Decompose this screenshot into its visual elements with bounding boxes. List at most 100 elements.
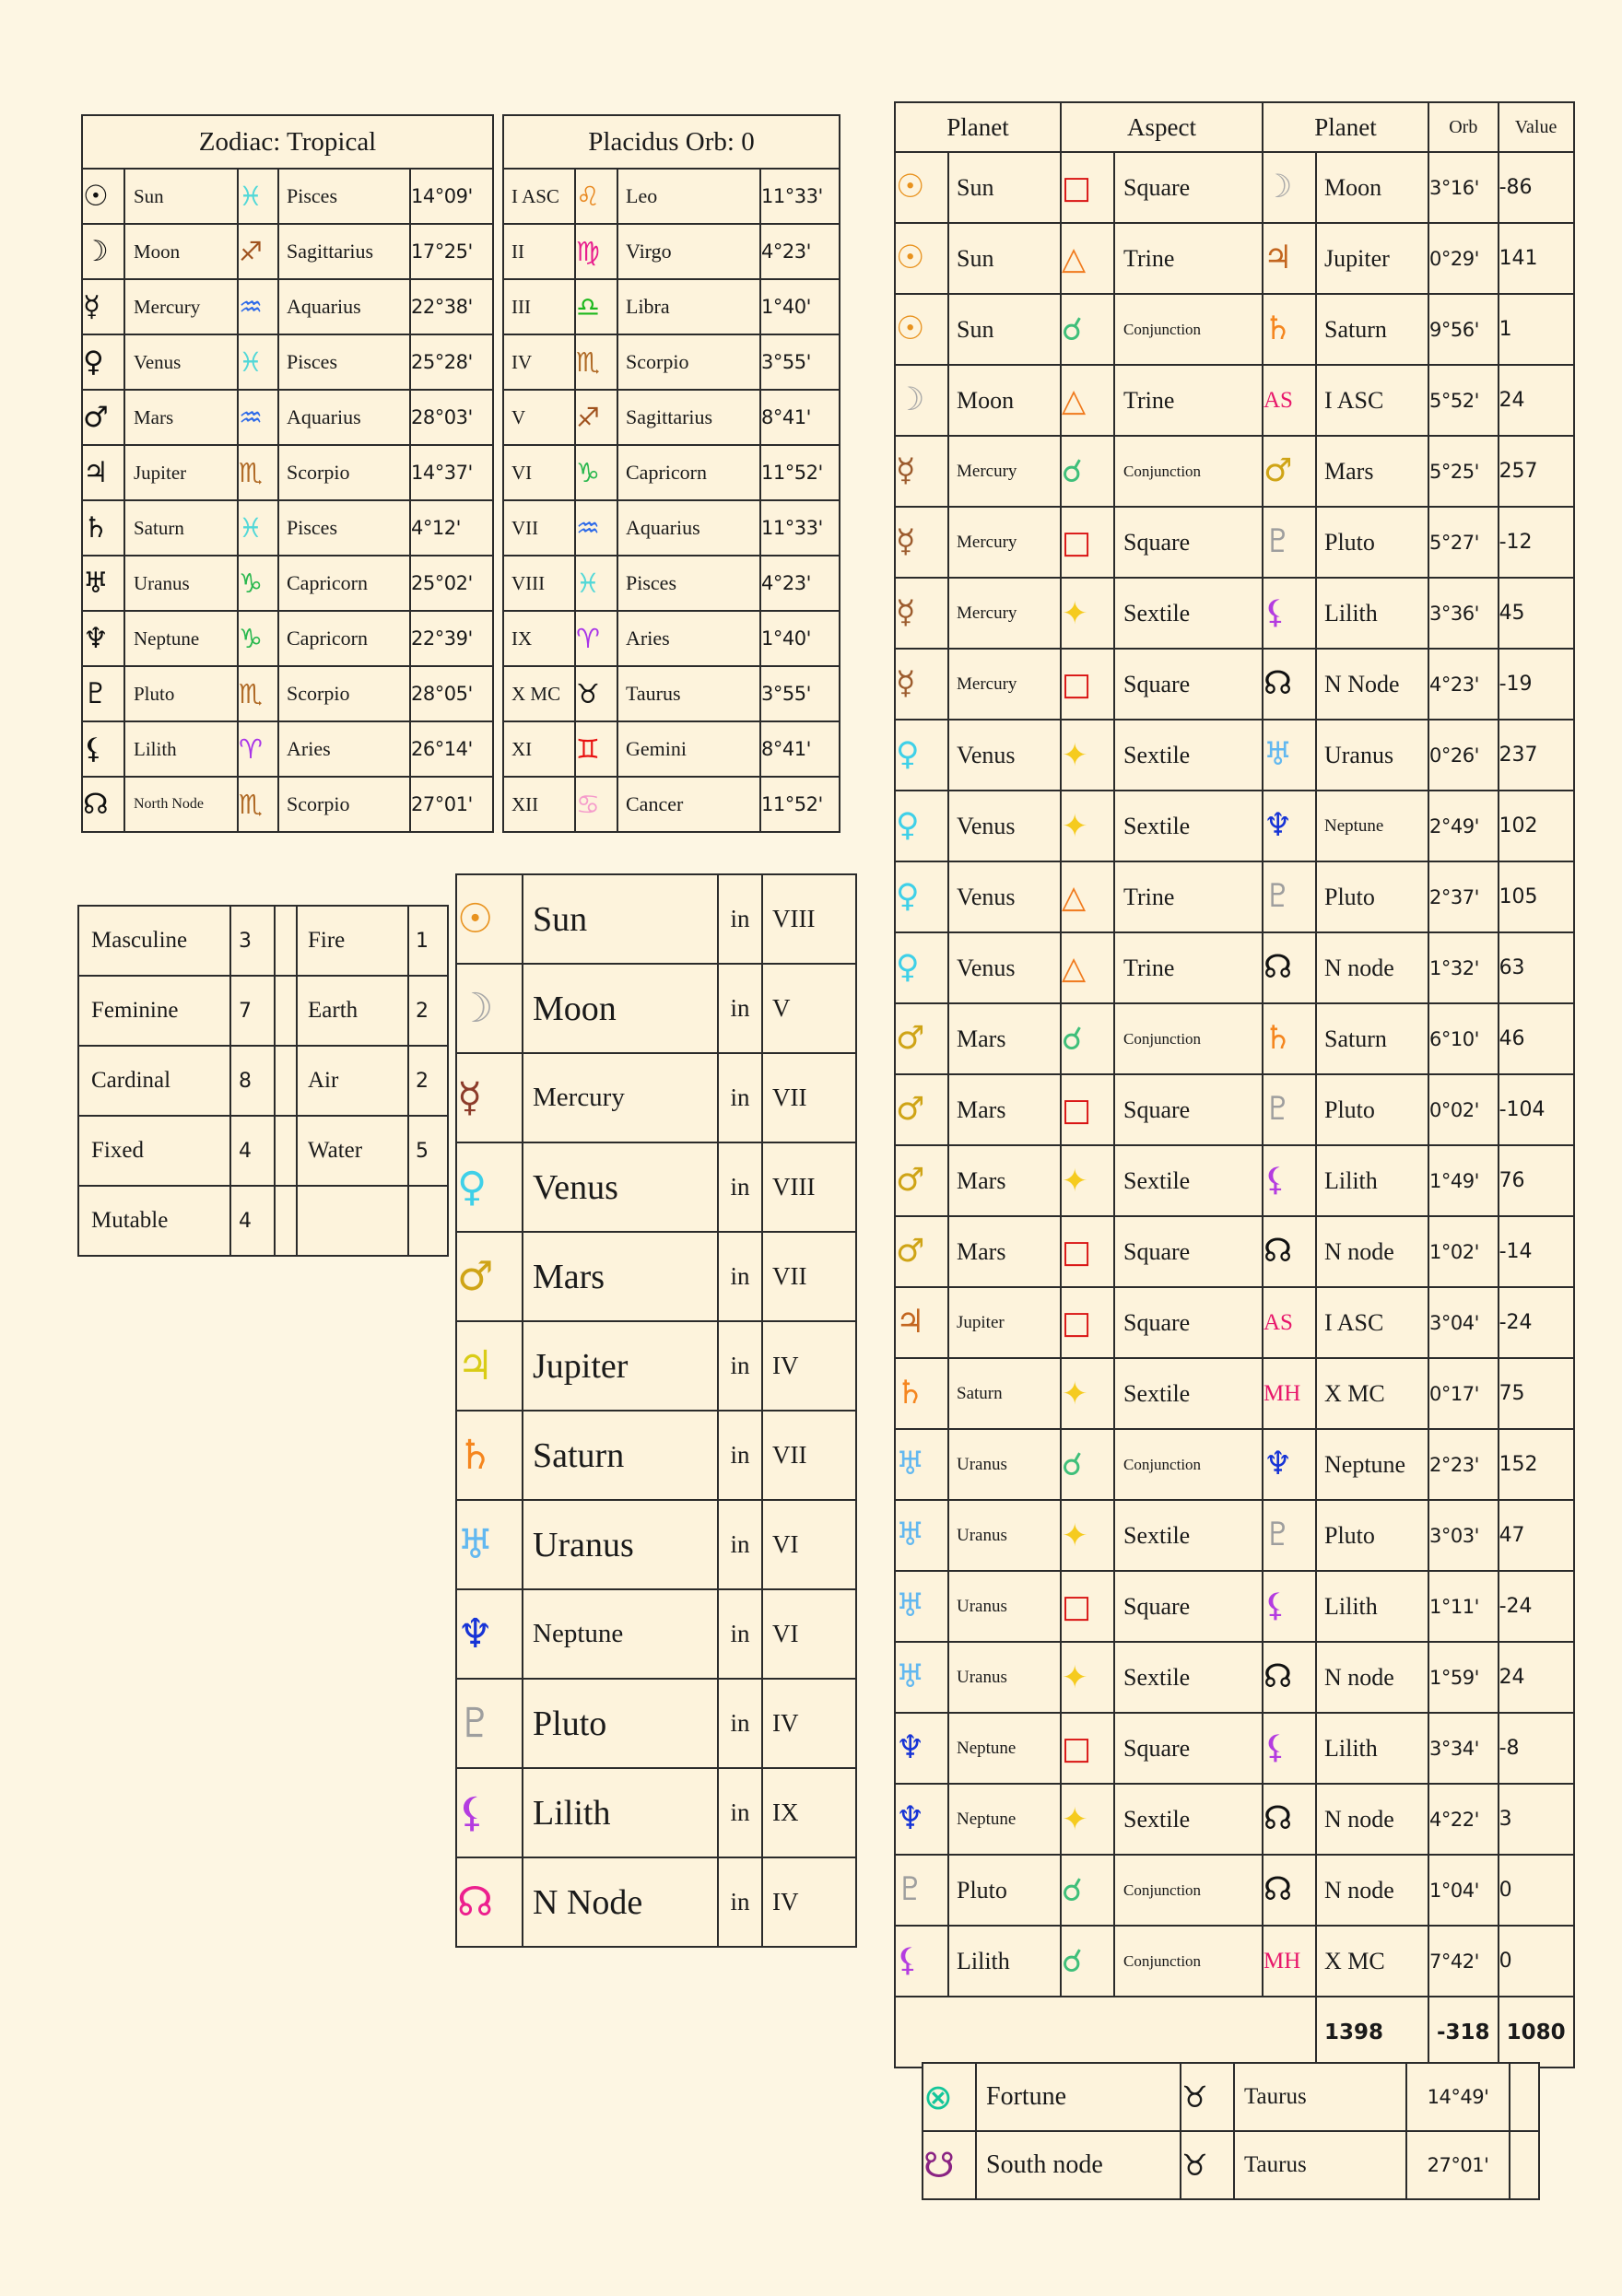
zodiac-sign-icon: ♓ xyxy=(237,168,279,225)
planet-glyph-icon: ♃ xyxy=(455,1320,523,1412)
planet2-glyph-icon: ♆ xyxy=(1262,1428,1317,1501)
list-item: ♂ Mars in VII xyxy=(455,1231,857,1322)
planet-glyph-icon: ☿ xyxy=(81,278,125,335)
zodiac-sign-name: Capricorn xyxy=(277,555,411,612)
planet2-name: Lilith xyxy=(1315,1144,1429,1217)
house-sign-icon: ♓ xyxy=(574,555,618,612)
planet1-glyph-icon: ☿ xyxy=(894,577,949,650)
planet-name: Neptune xyxy=(123,610,239,667)
aspect-value: 24 xyxy=(1497,364,1575,437)
planet2-glyph-icon: ⚸ xyxy=(1262,577,1317,650)
aspect-symbol-icon: ✦ xyxy=(1060,1357,1115,1430)
planet2-glyph-icon: ♇ xyxy=(1262,506,1317,579)
point-glyph-icon: ⊗ xyxy=(922,2062,977,2132)
planet1-glyph-icon: ♀ xyxy=(894,790,949,862)
list-item: ♅ Uranus in VI xyxy=(455,1499,857,1590)
planet1-glyph-icon: ♄ xyxy=(894,1357,949,1430)
aspect-orb: 5°27' xyxy=(1428,506,1499,579)
planet2-name: X MC xyxy=(1315,1357,1429,1430)
house-sign-icon: ♑ xyxy=(574,444,618,501)
planet2-name: Uranus xyxy=(1315,719,1429,791)
house-sign-icon: ♎ xyxy=(574,278,618,335)
aspect-value: 46 xyxy=(1497,1002,1575,1075)
planet1-glyph-icon: ♅ xyxy=(894,1570,949,1643)
element-label-2 xyxy=(296,1185,409,1257)
in-label: in xyxy=(717,1231,763,1322)
list-item: ☊ N Node in IV xyxy=(455,1857,857,1948)
aspect-name: Sextile xyxy=(1113,1499,1264,1572)
planet2-name: I ASC xyxy=(1315,1286,1429,1359)
aspect-orb: 1°04' xyxy=(1428,1854,1499,1927)
element-label-2: Air xyxy=(296,1045,409,1117)
house-sign-name: Scorpio xyxy=(617,334,761,391)
planet1-name: Saturn xyxy=(947,1357,1062,1430)
aspect-orb: 2°49' xyxy=(1428,790,1499,862)
zodiac-sign-icon: ♓ xyxy=(237,499,279,556)
point-abbrev-icon: MH xyxy=(1262,1357,1317,1430)
planet-glyph-icon: ⚸ xyxy=(81,720,125,778)
aspect-orb: 4°23' xyxy=(1428,648,1499,720)
table-row: ☊ North Node ♏ Scorpio 27°01' XII ♋ Cancer 11°52… xyxy=(81,776,840,833)
house-number: I ASC xyxy=(502,168,576,225)
aspect-value: -86 xyxy=(1497,151,1575,224)
table-row: ♆ Neptune ♑ Capricorn 22°39' IX ♈ Aries 1°40' xyxy=(81,610,840,667)
planet1-name: Mercury xyxy=(947,648,1062,720)
table-row: ♀ Venus ✦ Sextile ♅ Uranus 0°26' 237 xyxy=(894,719,1575,791)
house-number: V xyxy=(761,963,857,1054)
house-number: V xyxy=(502,389,576,446)
house-number: VIII xyxy=(761,1142,857,1233)
planet1-name: Mercury xyxy=(947,506,1062,579)
table-row: ♂ Mars □ Square ♇ Pluto 0°02' -104 xyxy=(894,1073,1575,1146)
planet1-glyph-icon: ♃ xyxy=(894,1286,949,1359)
house-number: VI xyxy=(502,444,576,501)
house-sign-icon: ♉ xyxy=(574,665,618,722)
table-row: Fixed 4 Water 5 xyxy=(77,1115,449,1187)
aspect-symbol-icon: □ xyxy=(1060,1570,1115,1643)
aspect-name: Sextile xyxy=(1113,1641,1264,1714)
aspect-symbol-icon: □ xyxy=(1060,1286,1115,1359)
planet-glyph-icon: ☉ xyxy=(455,873,523,965)
planet-glyph-icon: ☊ xyxy=(81,776,125,833)
zodiac-sign-name: Taurus xyxy=(1233,2130,1407,2200)
aspect-symbol-icon: ✦ xyxy=(1060,1499,1115,1572)
aspect-name: Square xyxy=(1113,506,1264,579)
planet1-name: Sun xyxy=(947,151,1062,224)
planet1-name: Sun xyxy=(947,293,1062,366)
table-gap xyxy=(493,390,503,445)
aspect-symbol-icon: ✦ xyxy=(1060,719,1115,791)
aspect-value: 75 xyxy=(1497,1357,1575,1430)
list-item: ♇ Pluto in IV xyxy=(455,1678,857,1769)
element-label-2: Water xyxy=(296,1115,409,1187)
in-label: in xyxy=(717,963,763,1054)
house-number: VII xyxy=(761,1231,857,1322)
zodiac-sign-name: Scorpio xyxy=(277,444,411,501)
planet2-name: Lilith xyxy=(1315,1712,1429,1785)
aspect-name: Trine xyxy=(1113,931,1264,1004)
planet1-name: Pluto xyxy=(947,1854,1062,1927)
planet-glyph-icon: ☿ xyxy=(455,1052,523,1143)
aspect-symbol-icon: ☌ xyxy=(1060,1002,1115,1075)
point-abbrev-icon: MH xyxy=(1262,1925,1317,1997)
col-header-planet1: Planet xyxy=(894,101,1062,153)
table-row: ☋ South node ♉ Taurus 27°01' xyxy=(922,2130,1540,2200)
planet-name: North Node xyxy=(123,776,239,833)
house-number: VIII xyxy=(761,873,857,965)
house-degree: 11°52' xyxy=(759,444,840,501)
table-row: ☉ Sun ☌ Conjunction ♄ Saturn 9°56' 1 xyxy=(894,293,1575,366)
planet-degree: 28°03' xyxy=(409,389,494,446)
house-sign-name: Aries xyxy=(617,610,761,667)
planet2-name: I ASC xyxy=(1315,364,1429,437)
aspect-orb: 1°02' xyxy=(1428,1215,1499,1288)
house-number: XII xyxy=(502,776,576,833)
point-abbrev-icon: AS xyxy=(1262,1286,1317,1359)
house-number: VI xyxy=(761,1499,857,1590)
planet2-glyph-icon: ♄ xyxy=(1262,293,1317,366)
point-name: South node xyxy=(975,2130,1181,2200)
planet-degree: 4°12' xyxy=(409,499,494,556)
in-label: in xyxy=(717,1320,763,1412)
table-row: ♂ Mars ♒ Aquarius 28°03' V ♐ Sagittarius 8°41' xyxy=(81,389,840,446)
aspect-symbol-icon: □ xyxy=(1060,1712,1115,1785)
aspect-name: Conjunction xyxy=(1113,1854,1264,1927)
planet2-glyph-icon: ♅ xyxy=(1262,719,1317,791)
table-gap xyxy=(493,500,503,556)
